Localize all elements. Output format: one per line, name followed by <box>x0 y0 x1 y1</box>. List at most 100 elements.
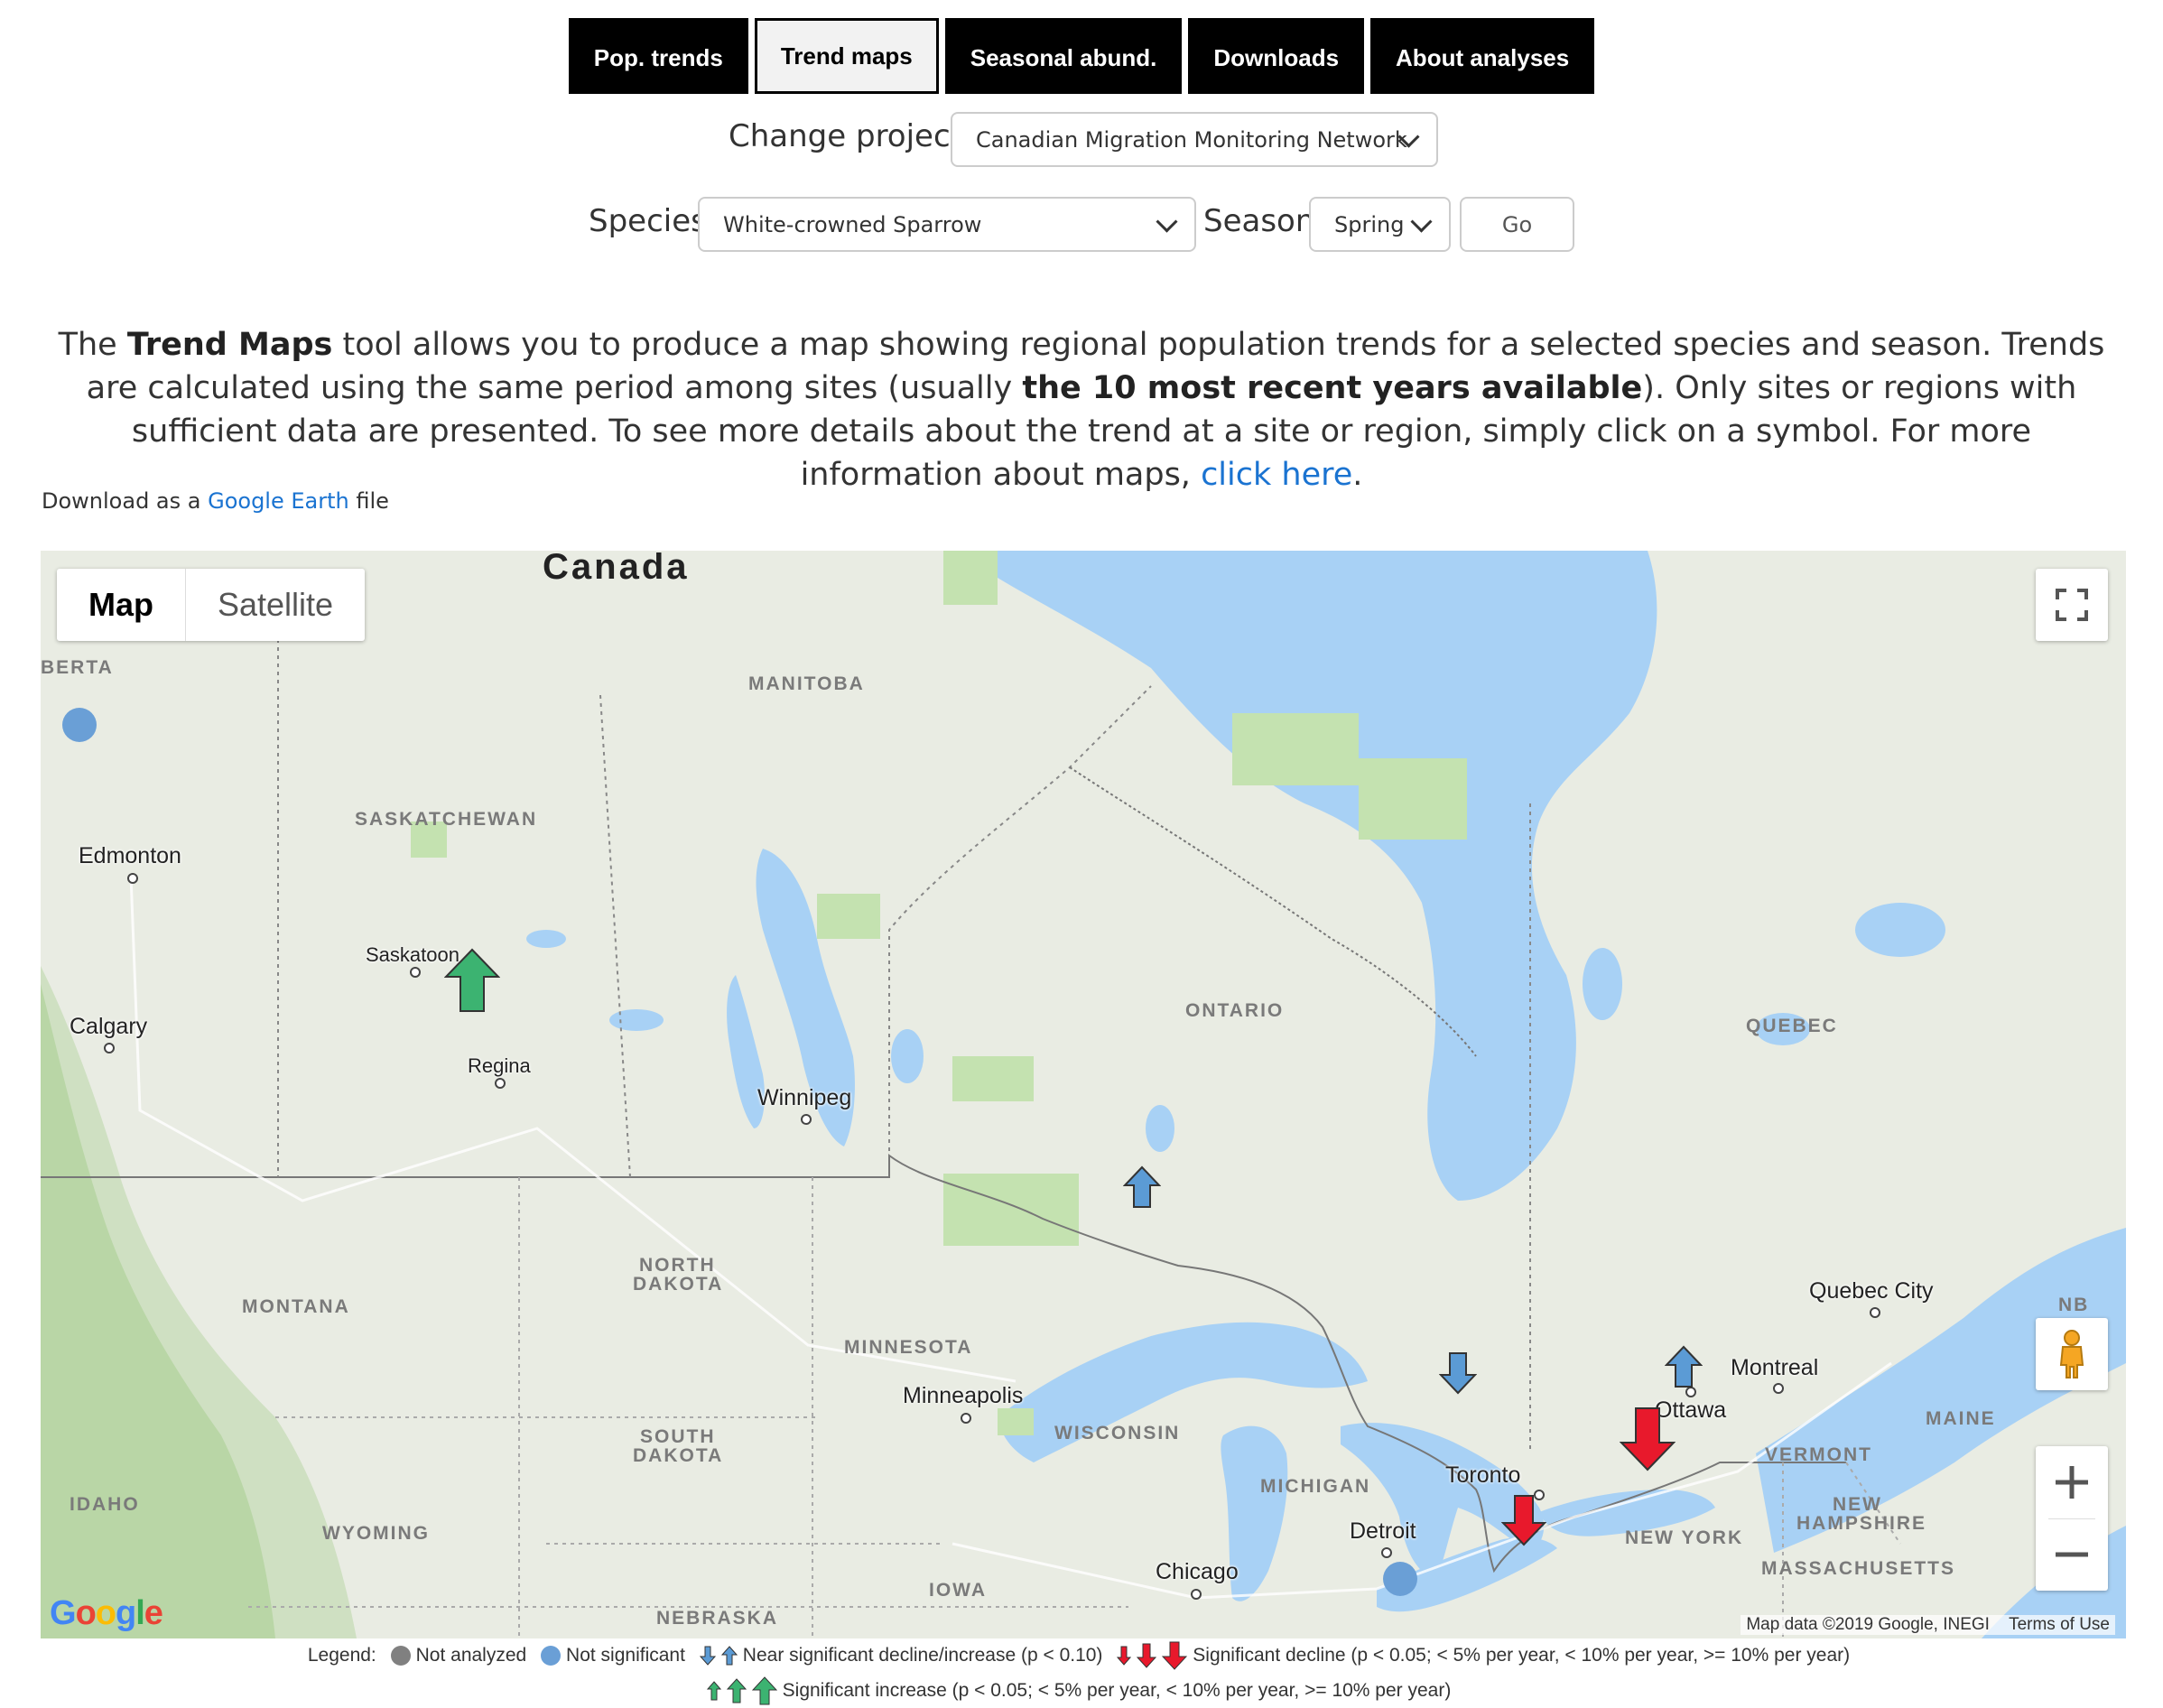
city-dot <box>801 1114 812 1125</box>
zoom-out-button[interactable] <box>2036 1518 2108 1591</box>
sig-increase-small-arrow-icon <box>706 1681 721 1701</box>
species-select[interactable]: White-crowned Sparrow <box>698 197 1196 252</box>
marker-near-significant-increase[interactable] <box>1665 1345 1703 1388</box>
region-label-ontario: ONTARIO <box>1185 1000 1285 1021</box>
legend-label: Near significant decline/increase (p < 0… <box>742 1645 1103 1666</box>
region-label-montana: MONTANA <box>242 1296 350 1317</box>
google-logo-g2: g <box>116 1594 136 1632</box>
season-select-value: Spring <box>1334 211 1405 237</box>
google-earth-link[interactable]: Google Earth <box>208 488 349 514</box>
sig-decline-large-arrow-icon <box>1162 1641 1188 1671</box>
tab-seasonal-abundance[interactable]: Seasonal abund. <box>944 18 1183 94</box>
tab-trend-maps[interactable]: Trend maps <box>754 18 939 94</box>
region-label-wyoming: WYOMING <box>322 1523 430 1544</box>
region-label-manitoba: MANITOBA <box>748 673 865 694</box>
chevron-down-icon <box>1156 210 1178 233</box>
region-label-wisconsin: WISCONSIN <box>1054 1423 1181 1443</box>
legend-item-near-significant: Near significant decline/increase (p < 0… <box>699 1638 1103 1673</box>
google-logo: Google <box>50 1594 163 1633</box>
region-label-quebec: QUEBEC <box>1746 1016 1838 1036</box>
city-dot <box>1870 1307 1880 1318</box>
sig-increase-medium-arrow-icon <box>726 1678 747 1703</box>
legend-item-not-significant: Not significant <box>541 1638 685 1673</box>
fullscreen-button[interactable] <box>2036 569 2108 641</box>
tab-pop-trends[interactable]: Pop. trends <box>568 18 748 94</box>
region-label-idaho: IDAHO <box>70 1494 140 1515</box>
region-label-michigan: MICHIGAN <box>1260 1476 1371 1497</box>
google-logo-e: e <box>144 1594 163 1632</box>
region-label-saskatchewan: SASKATCHEWAN <box>355 809 538 830</box>
project-select-value: Canadian Migration Monitoring Network <box>976 126 1407 153</box>
trend-map[interactable]: Canada BERTA MANITOBA SASKATCHEWAN ONTAR… <box>41 551 2126 1638</box>
city-label-toronto: Toronto <box>1445 1462 1521 1488</box>
google-logo-o1: o <box>75 1594 97 1632</box>
street-view-pegman-button[interactable] <box>2036 1318 2108 1390</box>
season-select[interactable]: Spring <box>1309 197 1451 252</box>
terms-of-use-link[interactable]: Terms of Use <box>2009 1615 2110 1634</box>
marker-not-significant[interactable] <box>1381 1560 1419 1598</box>
city-label-montreal: Montreal <box>1731 1355 1819 1380</box>
marker-significant-increase[interactable] <box>444 948 500 1013</box>
download-prefix: Download as a <box>42 488 209 514</box>
project-select[interactable]: Canadian Migration Monitoring Network <box>951 112 1438 167</box>
marker-near-significant-decline[interactable] <box>1439 1351 1477 1395</box>
change-project-label: Change project: <box>729 118 973 154</box>
fullscreen-icon <box>2056 589 2088 621</box>
city-label-edmonton: Edmonton <box>79 843 181 868</box>
download-suffix: file <box>348 488 389 514</box>
tab-about-analyses[interactable]: About analyses <box>1370 18 1595 94</box>
map-type-satellite-button[interactable]: Satellite <box>185 569 365 641</box>
pegman-icon <box>2059 1330 2084 1378</box>
zoom-in-button[interactable] <box>2036 1446 2108 1518</box>
legend-item-not-analyzed: Not analyzed <box>390 1638 526 1673</box>
legend-item-significant-decline: Significant decline (p < 0.05; < 5% per … <box>1117 1638 1850 1673</box>
country-label-canada: Canada <box>543 551 690 587</box>
map-type-control: Map Satellite <box>57 569 366 641</box>
species-select-value: White-crowned Sparrow <box>723 211 982 237</box>
marker-significant-decline[interactable] <box>1501 1494 1546 1546</box>
city-dot <box>1191 1589 1202 1600</box>
city-label-quebec-city: Quebec City <box>1809 1278 1934 1304</box>
not-significant-dot-icon <box>541 1646 562 1666</box>
map-legend: Legend: Not analyzed Not significant Nea… <box>45 1638 2121 1708</box>
marker-near-significant-increase[interactable] <box>1123 1165 1161 1209</box>
city-label-chicago: Chicago <box>1156 1559 1239 1584</box>
region-label-alberta: BERTA <box>41 657 114 678</box>
marker-significant-decline[interactable] <box>1620 1406 1676 1471</box>
city-label-regina: Regina <box>468 1054 531 1077</box>
near-sig-increase-arrow-icon <box>720 1646 738 1666</box>
more-info-link[interactable]: click here <box>1201 457 1352 493</box>
intro-bold-period: the 10 most recent years available <box>1022 370 1643 406</box>
google-logo-g: G <box>50 1594 77 1632</box>
legend-label: Significant increase (p < 0.05; < 5% per… <box>782 1679 1452 1701</box>
sig-decline-medium-arrow-icon <box>1137 1643 1157 1669</box>
map-basemap <box>41 551 2126 1638</box>
near-sig-decline-arrow-icon <box>699 1646 716 1666</box>
legend-title-text: Legend: <box>307 1645 376 1666</box>
city-dot <box>410 967 421 978</box>
city-label-winnipeg: Winnipeg <box>757 1085 852 1110</box>
sig-increase-large-arrow-icon <box>751 1676 777 1705</box>
city-dot <box>1381 1547 1392 1558</box>
season-label: Season <box>1203 203 1315 239</box>
legend-label: Significant decline (p < 0.05; < 5% per … <box>1193 1645 1851 1666</box>
region-label-vermont: VERMONT <box>1765 1444 1872 1465</box>
zoom-control <box>2036 1446 2108 1591</box>
chevron-down-icon <box>1410 210 1433 233</box>
sig-decline-small-arrow-icon <box>1117 1646 1132 1666</box>
google-logo-l: l <box>135 1594 145 1632</box>
tab-downloads[interactable]: Downloads <box>1188 18 1365 94</box>
map-credit: Map data ©2019 Google, INEGI Terms of Us… <box>1741 1615 2115 1635</box>
region-label-dakota: DAKOTA <box>633 1445 724 1466</box>
map-type-map-button[interactable]: Map <box>57 569 185 641</box>
city-dot <box>104 1043 115 1054</box>
legend-title: Legend: <box>308 1638 376 1673</box>
intro-text: The <box>58 327 127 363</box>
city-dot <box>495 1078 506 1089</box>
not-analyzed-dot-icon <box>390 1646 411 1666</box>
download-line: Download as a Google Earth file <box>42 488 389 514</box>
marker-not-significant[interactable] <box>60 706 98 744</box>
google-logo-o2: o <box>95 1594 116 1632</box>
go-button[interactable]: Go <box>1460 197 1574 252</box>
region-label-maine: MAINE <box>1926 1408 1996 1429</box>
